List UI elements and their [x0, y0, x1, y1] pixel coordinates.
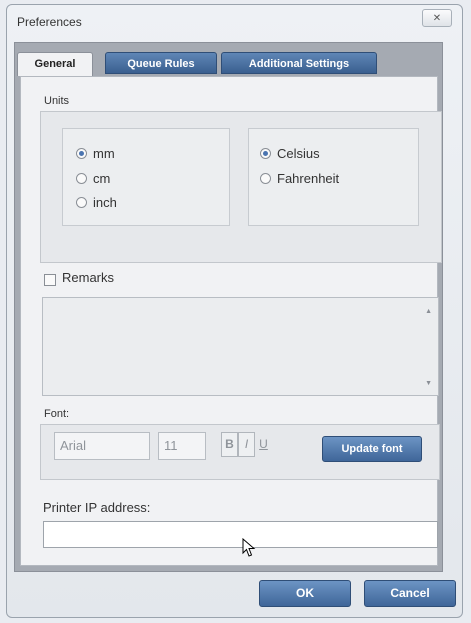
mouse-pointer-icon: [242, 537, 256, 561]
scroll-down-icon[interactable]: ▼: [425, 380, 432, 387]
tab-label: Additional Settings: [248, 58, 350, 70]
radio-cm[interactable]: cm: [76, 171, 110, 186]
radio-label: inch: [93, 195, 117, 210]
tab-label: General: [34, 58, 76, 70]
printer-ip-input[interactable]: [43, 521, 438, 548]
title-bar: Preferences ✕: [7, 5, 462, 35]
bold-button[interactable]: B: [221, 432, 238, 457]
italic-button[interactable]: I: [238, 432, 255, 457]
radio-celsius[interactable]: Celsius: [260, 146, 320, 161]
close-button[interactable]: ✕: [422, 9, 452, 27]
radio-button[interactable]: [76, 197, 87, 208]
tab-label: Queue Rules: [127, 58, 195, 70]
remarks-textarea[interactable]: ▲ ▼: [42, 297, 439, 396]
units-label: Units: [44, 95, 70, 107]
radio-label: cm: [93, 171, 111, 186]
radio-label: mm: [93, 146, 115, 161]
radio-button[interactable]: [76, 148, 87, 159]
radio-label: Celsius: [277, 146, 320, 161]
font-label: Font:: [44, 408, 70, 420]
radio-label: Fahrenheit: [277, 171, 340, 186]
font-size-field[interactable]: 11: [158, 432, 206, 460]
underline-button[interactable]: U: [255, 432, 272, 457]
radio-button[interactable]: [260, 148, 271, 159]
tab-general[interactable]: General: [17, 52, 93, 76]
printer-ip-label: Printer IP address:: [43, 500, 151, 515]
radio-fahrenheit[interactable]: Fahrenheit: [260, 171, 339, 186]
cancel-button[interactable]: Cancel: [364, 580, 456, 607]
radio-inch[interactable]: inch: [76, 195, 117, 210]
tab-additional-settings[interactable]: Additional Settings: [221, 52, 377, 74]
radio-mm[interactable]: mm: [76, 146, 115, 161]
remarks-checkbox[interactable]: [44, 274, 56, 286]
scroll-up-icon[interactable]: ▲: [425, 308, 432, 315]
tab-queue-rules[interactable]: Queue Rules: [105, 52, 217, 74]
remarks-label: Remarks: [62, 270, 115, 285]
ok-button[interactable]: OK: [259, 580, 351, 607]
radio-button[interactable]: [260, 173, 271, 184]
radio-button[interactable]: [76, 173, 87, 184]
window-title: Preferences: [17, 15, 82, 29]
update-font-button[interactable]: Update font: [322, 436, 422, 462]
close-icon: ✕: [432, 12, 442, 24]
font-family-field[interactable]: Arial: [54, 432, 150, 460]
